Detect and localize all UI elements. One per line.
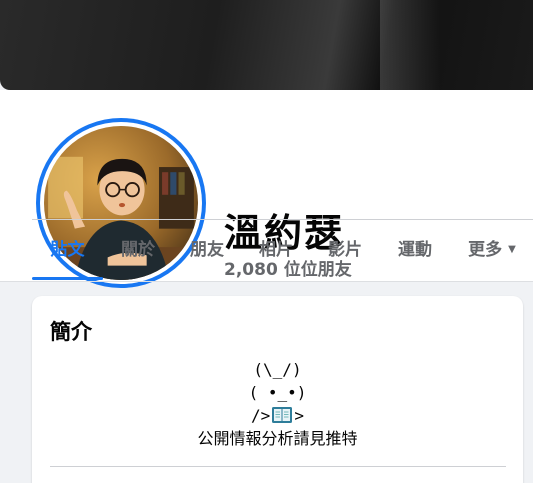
cover-photo[interactable] [0, 0, 533, 90]
intro-card: 簡介 (\_/) ( •_•) /> > 公開情報分析請見推特 [32, 296, 523, 483]
bio-line: (\_/) [253, 360, 302, 379]
tab-videos[interactable]: 影片 [311, 220, 379, 280]
caret-down-icon: ▼ [508, 244, 516, 255]
tabs-divider [0, 281, 533, 282]
profile-page: 溫約瑟 2,080 位位朋友 貼文 關於 朋友 相片 影片 運動 更多 ▼ 簡介 … [0, 0, 533, 483]
bio-line: 公開情報分析請見推特 [197, 429, 358, 448]
book-emoji-icon [272, 406, 293, 424]
tab-about[interactable]: 關於 [104, 220, 172, 280]
bio-line-book: /> > [251, 406, 304, 425]
intro-title: 簡介 [50, 320, 92, 344]
tab-more[interactable]: 更多 ▼ [456, 220, 528, 280]
bio-line: ( •_•) [248, 383, 307, 402]
profile-tabs: 貼文 關於 朋友 相片 影片 運動 更多 ▼ [32, 220, 533, 282]
card-divider [50, 466, 506, 467]
tab-posts[interactable]: 貼文 [32, 220, 103, 280]
tab-photos[interactable]: 相片 [242, 220, 310, 280]
active-tab-indicator [32, 277, 103, 280]
tab-friends[interactable]: 朋友 [173, 220, 241, 280]
bio-text: (\_/) ( •_•) /> > 公開情報分析請見推特 [32, 358, 523, 450]
tab-sports[interactable]: 運動 [380, 220, 450, 280]
